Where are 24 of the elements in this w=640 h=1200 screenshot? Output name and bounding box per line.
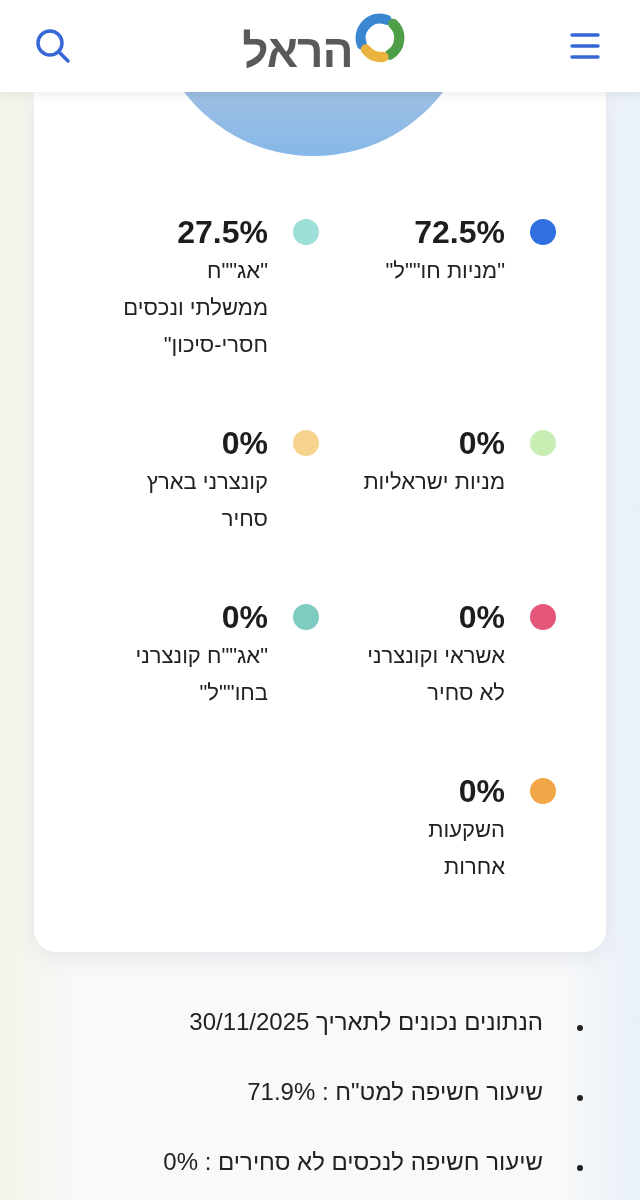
bullet-icon	[577, 1025, 583, 1031]
legend-percent: 0%	[457, 598, 505, 637]
legend-percent: 0%	[220, 424, 268, 463]
legend-percent: 27.5%	[176, 213, 268, 252]
logo-icon	[354, 13, 405, 63]
bullet-icon	[577, 1095, 583, 1101]
legend-label: השקעות אחרות	[428, 816, 505, 881]
note-text: שיעור חשיפה למט"ח : 71.9%	[247, 1077, 543, 1107]
note-text: הנתונים נכונים לתאריך 30/11/2025	[189, 1007, 543, 1037]
note-text: שיעור חשיפה לנכסים לא סחירים : 0%	[163, 1147, 543, 1177]
search-icon[interactable]	[35, 28, 71, 64]
legend-percent: 0%	[220, 598, 268, 637]
brand-name: הראל	[242, 28, 353, 74]
bullet-icon	[577, 1165, 583, 1171]
legend-label: מניות ישראליות	[363, 468, 505, 496]
legend-label: "אג""ח ממשלתי ונכסים חסרי-סיכון"	[123, 257, 268, 359]
legend-label: קונצרני בארץ סחיר	[146, 468, 268, 533]
legend-percent: 0%	[457, 424, 505, 463]
legend-label: "מניות חו""ל"	[385, 257, 505, 285]
legend-label: אשראי וקונצרני לא סחיר	[367, 642, 505, 707]
legend-percent: 72.5%	[413, 213, 505, 252]
legend-label: "אג""ח קונצרני בחו""ל"	[135, 642, 268, 707]
legend-percent: 0%	[457, 772, 505, 811]
menu-icon[interactable]	[570, 33, 600, 59]
